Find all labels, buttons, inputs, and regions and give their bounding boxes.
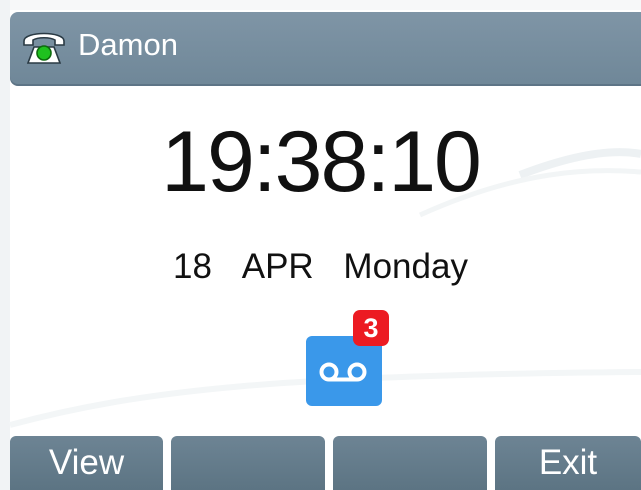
date-weekday: Monday <box>343 247 468 286</box>
softkey-3-blank[interactable] <box>333 436 487 490</box>
date-day: 18 <box>173 247 212 286</box>
softkey-exit[interactable]: Exit <box>495 436 641 490</box>
phone-registered-icon <box>23 32 65 64</box>
voicemail-count-badge: 3 <box>353 310 389 346</box>
softkey-bar: View Exit <box>10 436 641 490</box>
date-display: 18 APR Monday <box>0 244 641 290</box>
clock-time: 19:38:10 <box>161 114 482 210</box>
date-month: APR <box>241 247 314 286</box>
softkey-2-blank[interactable] <box>171 436 325 490</box>
phone-idle-screen: Damon 19:38:10 18 APR Monday 3 View Exit <box>0 0 641 490</box>
voicemail-icon <box>319 362 367 382</box>
softkey-view[interactable]: View <box>10 436 163 490</box>
voicemail-button[interactable] <box>306 336 382 406</box>
status-bar: Damon <box>10 12 641 86</box>
account-name: Damon <box>78 27 178 62</box>
